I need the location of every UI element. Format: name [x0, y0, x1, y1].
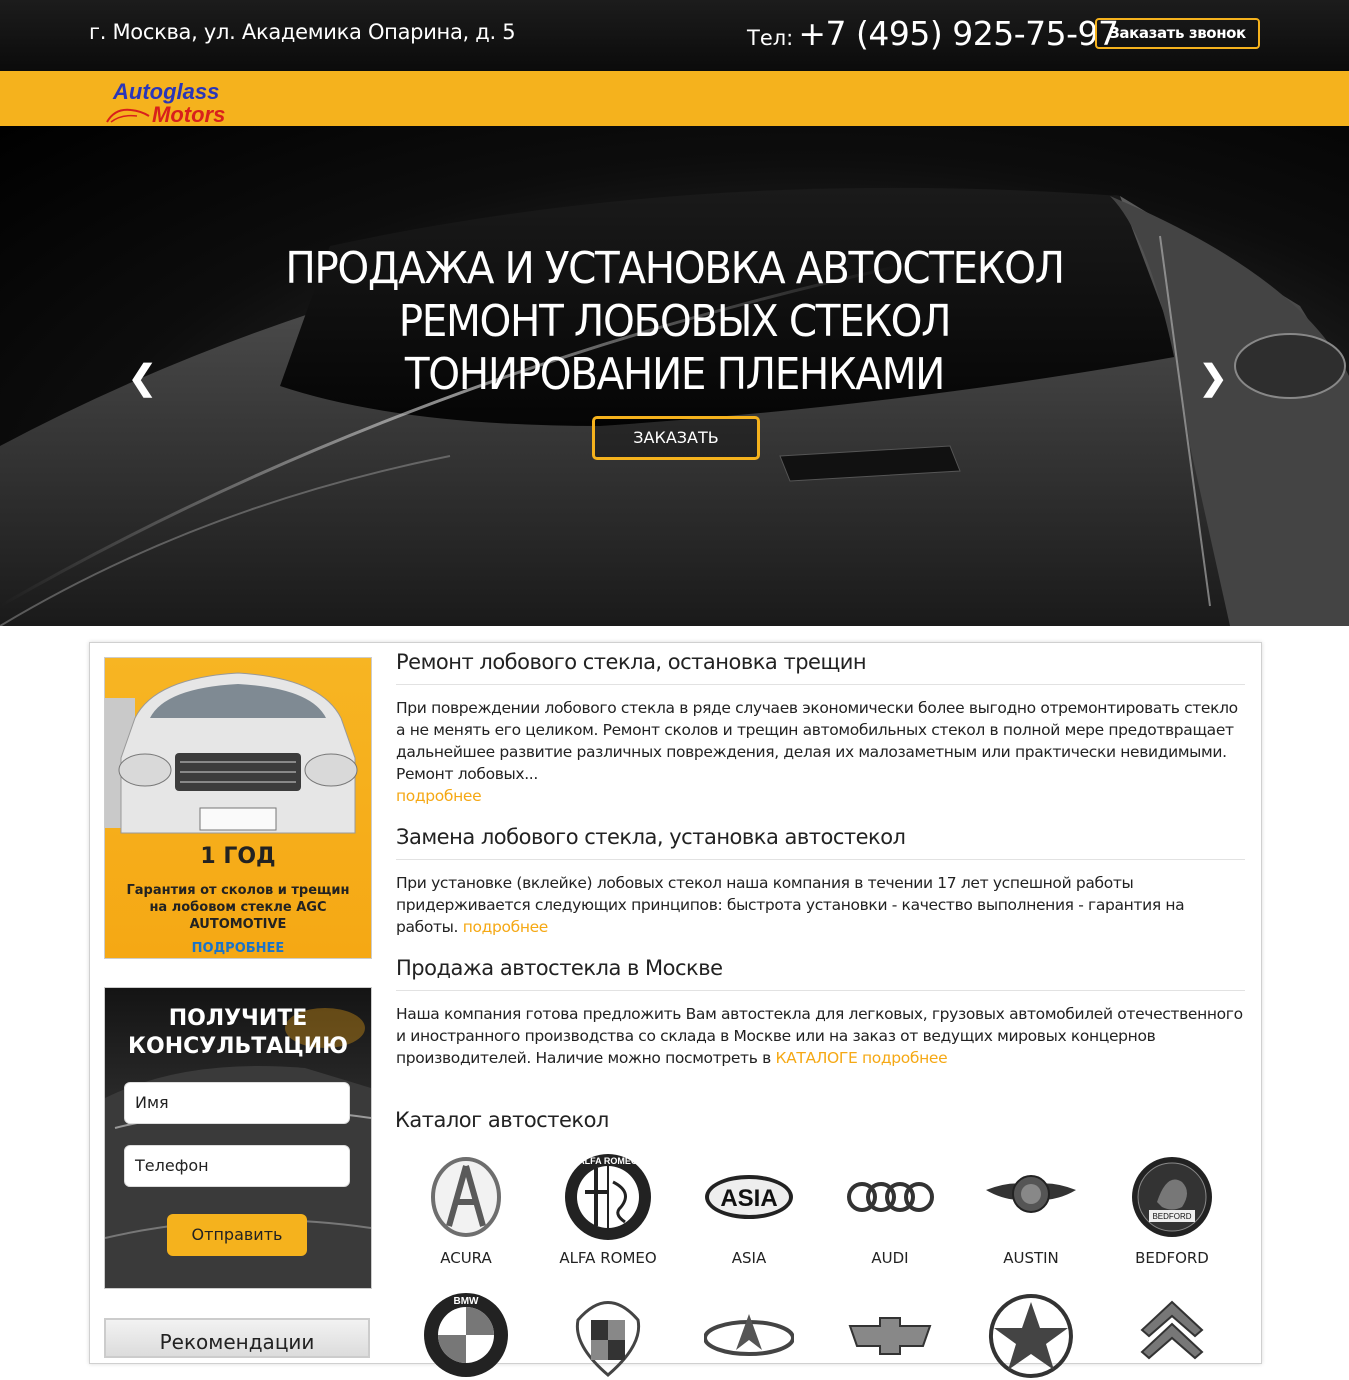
catalog-title: Каталог автостекол — [395, 1108, 609, 1132]
callback-button[interactable]: Заказать звонок — [1095, 18, 1260, 49]
svg-text:ASIA: ASIA — [720, 1185, 777, 1212]
submit-button[interactable]: Отправить — [167, 1214, 307, 1256]
bedford-logo-icon: BEDFORD — [1132, 1157, 1212, 1237]
hero-headline-1: ПРОДАЖА И УСТАНОВКА АВТОСТЕКОЛ — [285, 243, 1065, 294]
hero-headline-2: РЕМОНТ ЛОБОВЫХ СТЕКОЛ — [398, 296, 952, 347]
brand-name: AUDI — [871, 1249, 909, 1267]
phone-label: Тел: — [747, 26, 794, 50]
promo-description: Гарантия от сколов и трещин на лобовом с… — [126, 883, 350, 932]
phone-number[interactable]: +7 (495) 925-75-97 — [798, 14, 1119, 53]
article-title[interactable]: Ремонт лобового стекла, остановка трещин — [396, 650, 1245, 685]
article-more-link[interactable]: КАТАЛОГЕ подробнее — [775, 1049, 947, 1067]
name-input[interactable]: Имя — [124, 1082, 350, 1124]
brand-name: ACURA — [440, 1249, 492, 1267]
order-button[interactable]: ЗАКАЗАТЬ — [592, 416, 760, 460]
citroen-logo-icon — [1140, 1300, 1204, 1360]
article-windshield-replacement: Замена лобового стекла, установка автост… — [396, 825, 1245, 938]
article-more-link[interactable]: подробнее — [396, 787, 482, 805]
recommendations-header[interactable]: Рекомендации — [104, 1318, 370, 1358]
austin-logo-icon — [986, 1175, 1076, 1213]
audi-logo-icon — [847, 1182, 934, 1212]
svg-text:Autoglass: Autoglass — [112, 79, 219, 104]
article-glass-sale: Продажа автостекла в Москве Наша компани… — [396, 956, 1245, 1069]
article-text: Наша компания готова предложить Вам авто… — [396, 1003, 1245, 1069]
svg-text:Motors: Motors — [152, 102, 225, 126]
phone-block: Тел: +7 (495) 925-75-97 — [747, 14, 1119, 53]
acura-logo-icon — [431, 1157, 501, 1237]
promo-more-link[interactable]: ПОДРОБНЕЕ — [105, 941, 371, 956]
consult-title: ПОЛУЧИТЕ КОНСУЛЬТАЦИЮ — [105, 1005, 371, 1061]
warranty-promo-banner[interactable]: 1 ГОД Гарантия от сколов и трещин на лоб… — [104, 657, 372, 959]
svg-text:BEDFORD: BEDFORD — [1152, 1212, 1191, 1221]
site-logo[interactable]: Autoglass Motors — [105, 78, 265, 127]
promo-title: 1 ГОД — [200, 844, 276, 869]
alfa-romeo-logo-icon: ALFA ROMEO — [565, 1154, 651, 1240]
promo-car-image — [105, 672, 358, 834]
article-title[interactable]: Продажа автостекла в Москве — [396, 956, 1245, 991]
asia-logo-icon: ASIA — [705, 1175, 793, 1219]
consult-title-line2: КОНСУЛЬТАЦИЮ — [128, 1034, 348, 1059]
hero-slider: ❮ ❯ ПРОДАЖА И УСТАНОВКА АВТОСТЕКОЛ РЕМОН… — [0, 126, 1349, 626]
consult-title-line1: ПОЛУЧИТЕ — [168, 1006, 308, 1031]
hero-headline-3: ТОНИРОВАНИЕ ПЛЕНКАМИ — [404, 349, 946, 400]
brand-name: ALFA ROMEO — [559, 1249, 657, 1267]
chevrolet-logo-icon — [848, 1317, 932, 1355]
brand-name: BEDFORD — [1135, 1249, 1209, 1267]
top-bar: г. Москва, ул. Академика Опарина, д. 5 Т… — [0, 0, 1349, 71]
article-more-link[interactable]: подробнее — [463, 918, 549, 936]
brand-name: ASIA — [731, 1249, 767, 1267]
consultation-form: ПОЛУЧИТЕ КОНСУЛЬТАЦИЮ Имя Телефон Отправ… — [104, 987, 372, 1289]
svg-text:ALFA ROMEO: ALFA ROMEO — [578, 1156, 638, 1166]
brand-name: AUSTIN — [1003, 1249, 1059, 1267]
article-windshield-repair: Ремонт лобового стекла, остановка трещин… — [396, 650, 1245, 807]
article-title[interactable]: Замена лобового стекла, установка автост… — [396, 825, 1245, 860]
bmw-logo-icon: BMW — [424, 1293, 508, 1377]
chery-logo-icon — [704, 1314, 794, 1356]
article-body: При повреждении лобового стекла в ряде с… — [396, 699, 1238, 783]
article-text: При повреждении лобового стекла в ряде с… — [396, 697, 1245, 807]
phone-input[interactable]: Телефон — [124, 1145, 350, 1187]
article-text: При установке (вклейке) лобовых стекол н… — [396, 872, 1245, 938]
svg-text:BMW: BMW — [454, 1296, 480, 1307]
cadillac-logo-icon — [575, 1301, 641, 1377]
chrysler-logo-icon — [988, 1294, 1073, 1378]
address-text: г. Москва, ул. Академика Опарина, д. 5 — [89, 20, 516, 44]
